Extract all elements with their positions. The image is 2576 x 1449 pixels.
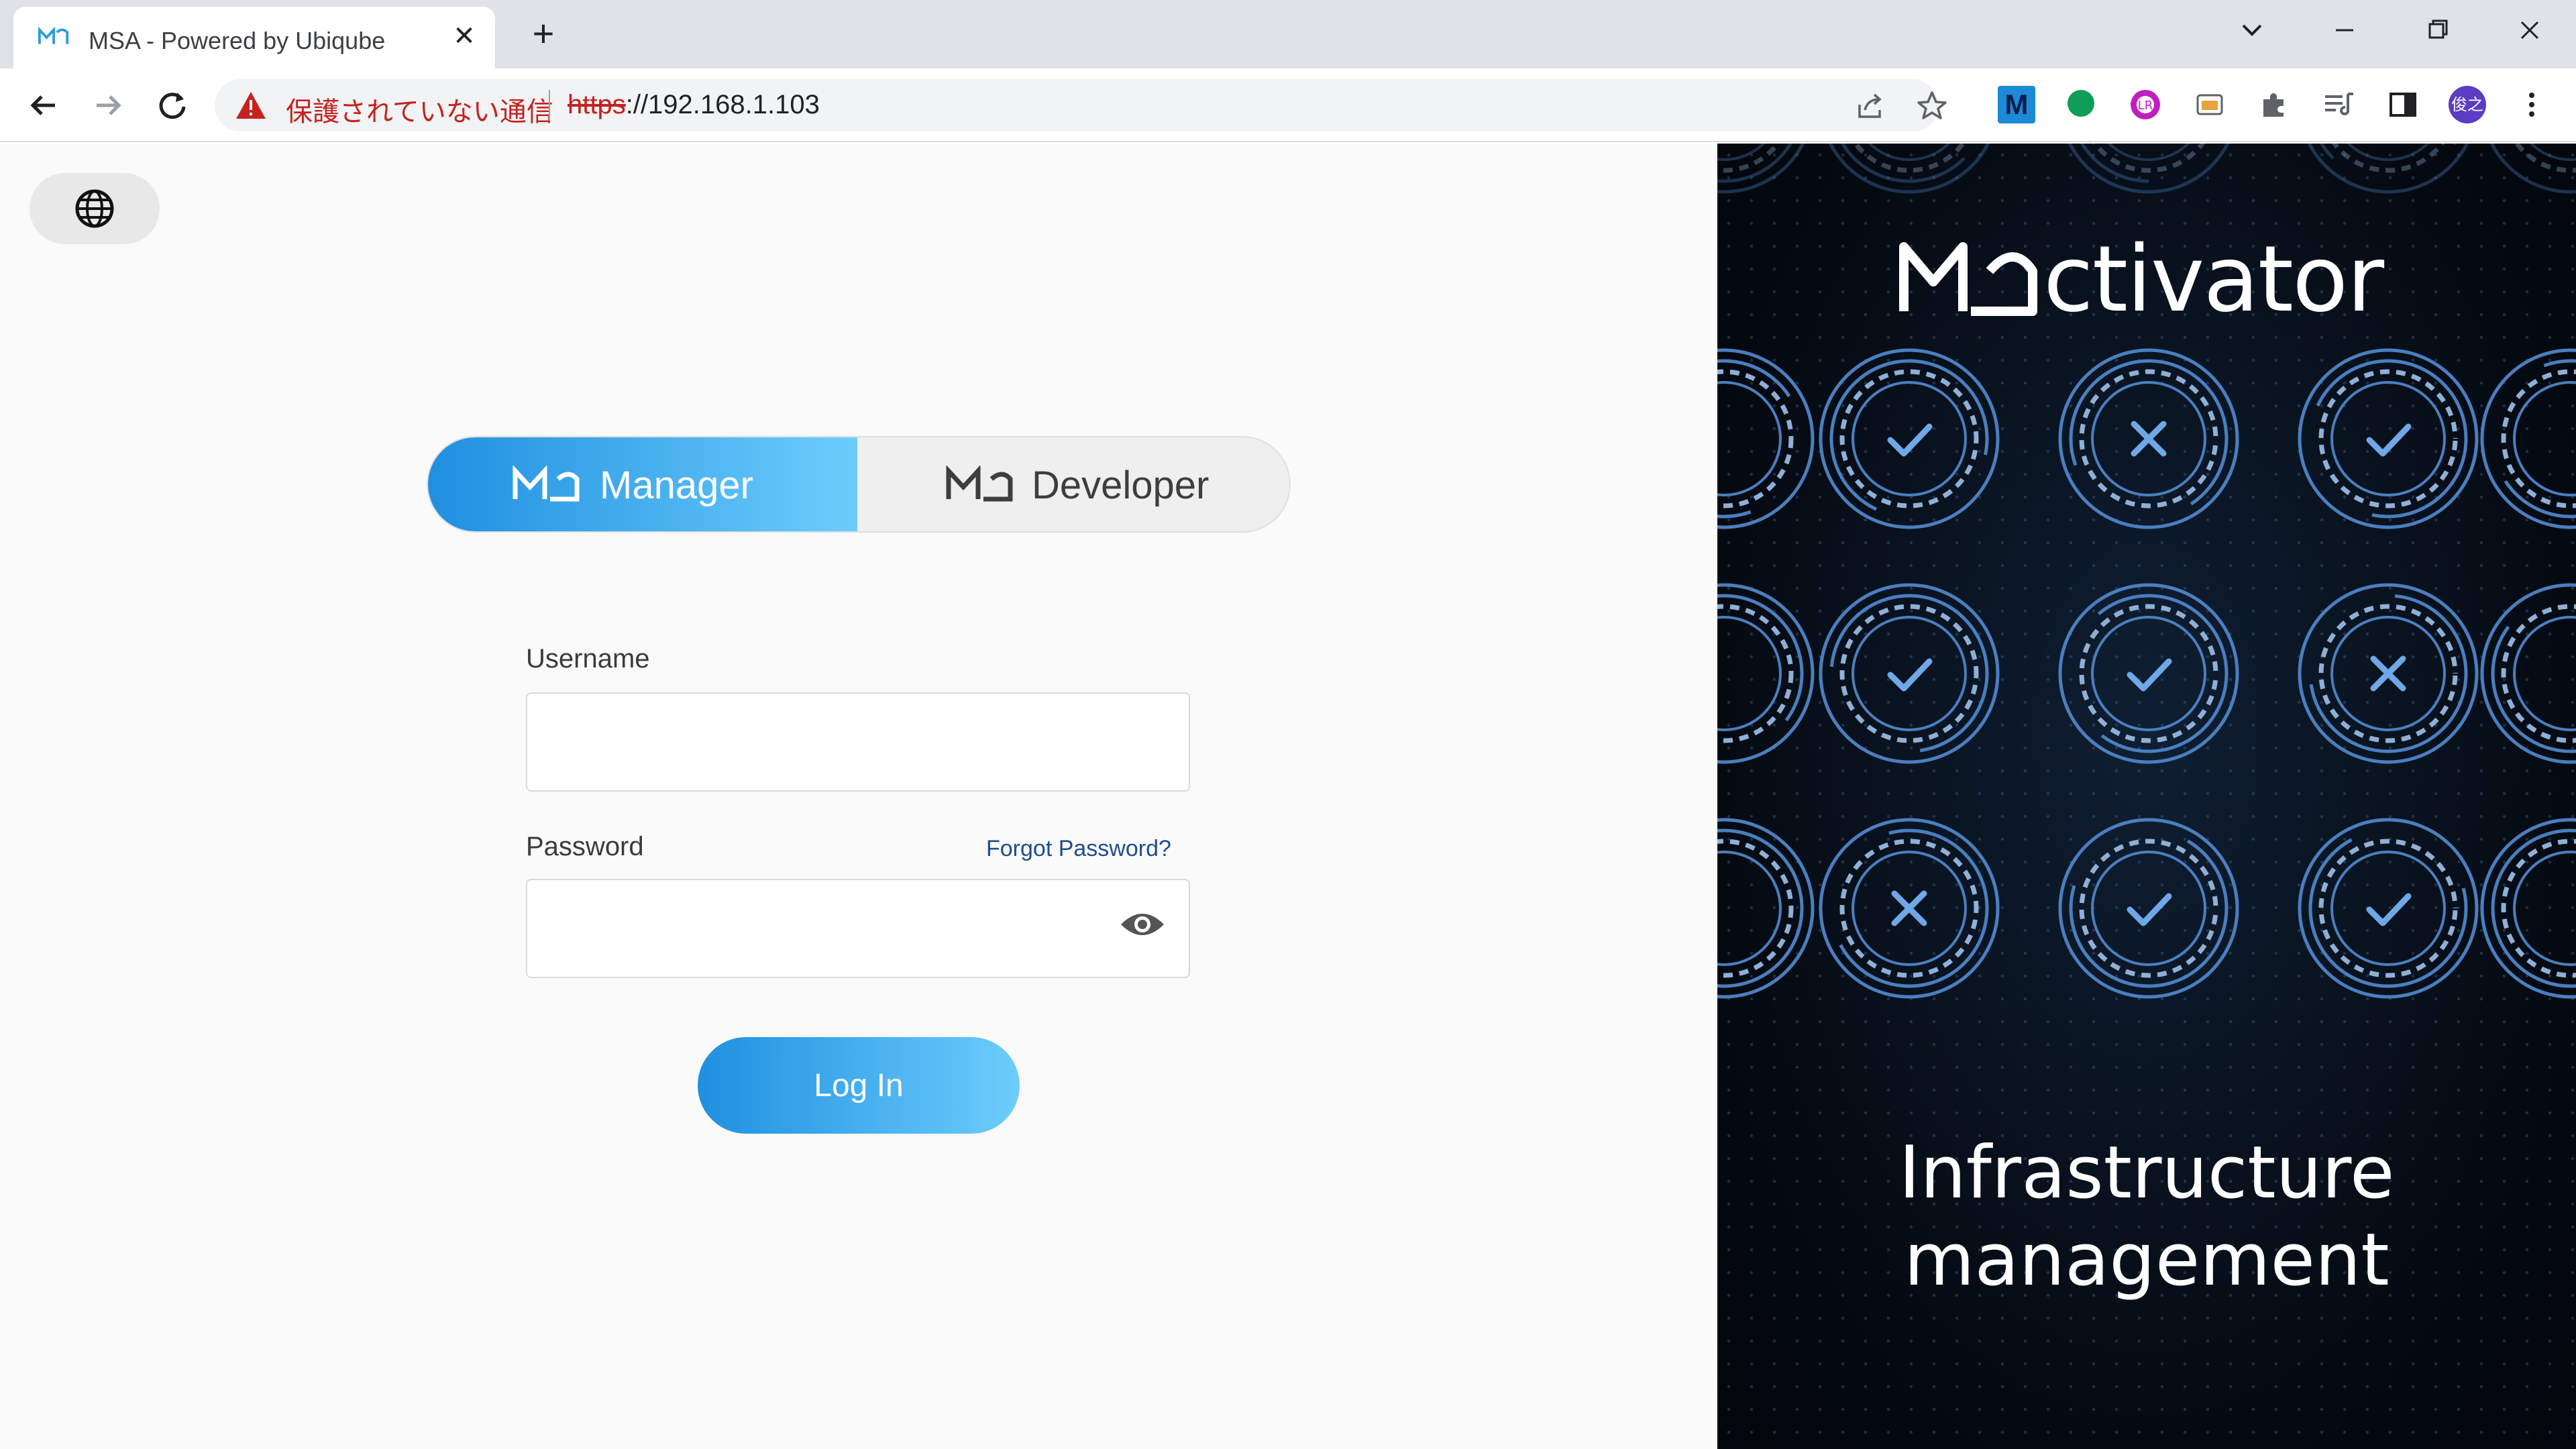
status-ring: [1717, 818, 1815, 999]
forward-arrow-icon[interactable]: [87, 85, 129, 126]
status-ring: [1819, 818, 2000, 999]
role-switch: Manager Developer: [427, 436, 1291, 533]
msa-logo-icon: [946, 466, 1013, 502]
close-window-icon[interactable]: [2506, 9, 2553, 51]
msactivator-logo: ctivator: [1898, 227, 2395, 333]
login-button[interactable]: Log In: [698, 1037, 1020, 1134]
forgot-password-link[interactable]: Forgot Password?: [986, 836, 1171, 862]
brand-text: ctivator: [2043, 227, 2384, 333]
profile-avatar[interactable]: 俊之: [2449, 86, 2486, 123]
password-label: Password: [526, 832, 644, 861]
url-scheme: https: [568, 90, 626, 119]
tab-search-chevron-icon[interactable]: [2229, 9, 2275, 51]
status-ring: [2298, 818, 2479, 999]
globe-icon: [75, 189, 114, 228]
developer-label: Developer: [1032, 464, 1210, 507]
status-ring: [1717, 144, 1805, 194]
msa-logo-icon: [513, 466, 580, 502]
tagline: Infrastructure management: [1717, 1130, 2576, 1304]
msa-brand-mark-icon: [1899, 242, 2037, 316]
warning-icon[interactable]: [235, 90, 267, 121]
reload-icon[interactable]: [152, 85, 193, 126]
password-input[interactable]: [526, 879, 1190, 978]
address-bar[interactable]: 保護されていない通信 https://192.168.1.103: [215, 79, 1947, 131]
minimize-icon[interactable]: [2321, 9, 2368, 51]
status-ring: [1828, 144, 1990, 194]
language-button[interactable]: [30, 173, 160, 244]
status-ring: [2058, 818, 2239, 999]
status-ring: [2058, 583, 2239, 764]
new-tab-icon[interactable]: +: [526, 15, 561, 52]
promo-panel: ctivator Infrastructure management: [1717, 144, 2576, 1449]
tab-title: MSA - Powered by Ubiqube: [89, 27, 386, 54]
username-input[interactable]: [526, 692, 1190, 792]
page-content: Manager Developer Username Password Forg…: [0, 144, 2576, 1449]
bookmark-star-icon[interactable]: [1915, 89, 1949, 123]
side-panel-icon[interactable]: [2384, 86, 2422, 123]
extension-m-icon[interactable]: M: [1998, 86, 2035, 123]
manager-tab[interactable]: Manager: [428, 437, 857, 531]
tagline-line-1: Infrastructure: [1898, 1131, 2395, 1215]
show-password-eye-icon[interactable]: [1119, 908, 1166, 941]
status-ring: [2298, 583, 2479, 764]
status-ring: [1717, 583, 1815, 764]
developer-tab[interactable]: Developer: [857, 437, 1289, 531]
reading-list-icon[interactable]: [2320, 86, 2357, 123]
status-ring: [2489, 144, 2576, 194]
browser-tab[interactable]: MSA - Powered by Ubiqube ✕: [13, 7, 495, 68]
url-text[interactable]: https://192.168.1.103: [568, 90, 820, 120]
status-ring: [2298, 348, 2479, 529]
browser-toolbar: 保護されていない通信 https://192.168.1.103 M LR 俊之: [0, 68, 2576, 142]
more-menu-icon[interactable]: [2513, 86, 2551, 123]
status-ring: [2480, 348, 2576, 529]
tab-close-icon[interactable]: ✕: [449, 21, 479, 51]
url-host: ://192.168.1.103: [625, 90, 820, 119]
restore-icon[interactable]: [2414, 9, 2461, 51]
extension-cast-icon[interactable]: [2191, 86, 2229, 123]
extensions-puzzle-icon[interactable]: [2255, 86, 2293, 123]
status-ring: [1717, 348, 1815, 529]
status-ring: [2307, 144, 2469, 194]
omnibox-divider: [549, 90, 550, 121]
status-ring: [2480, 818, 2576, 999]
status-ring: [2058, 348, 2239, 529]
manager-label: Manager: [600, 464, 753, 507]
svg-text:LR: LR: [2138, 99, 2153, 113]
extension-green-icon[interactable]: [2062, 86, 2100, 123]
status-ring: [1819, 348, 2000, 529]
share-icon[interactable]: [1853, 89, 1888, 123]
not-secure-label[interactable]: 保護されていない通信: [286, 90, 553, 129]
extension-purple-icon[interactable]: LR: [2127, 86, 2164, 123]
login-panel: Manager Developer Username Password Forg…: [0, 144, 1717, 1449]
browser-tab-bar: MSA - Powered by Ubiqube ✕ +: [0, 0, 2576, 68]
back-arrow-icon[interactable]: [23, 85, 64, 126]
status-ring: [1819, 583, 2000, 764]
tagline-line-2: management: [1904, 1218, 2390, 1302]
status-ring: [2068, 144, 2230, 194]
msa-favicon-icon: [38, 26, 69, 44]
username-label: Username: [526, 644, 650, 674]
